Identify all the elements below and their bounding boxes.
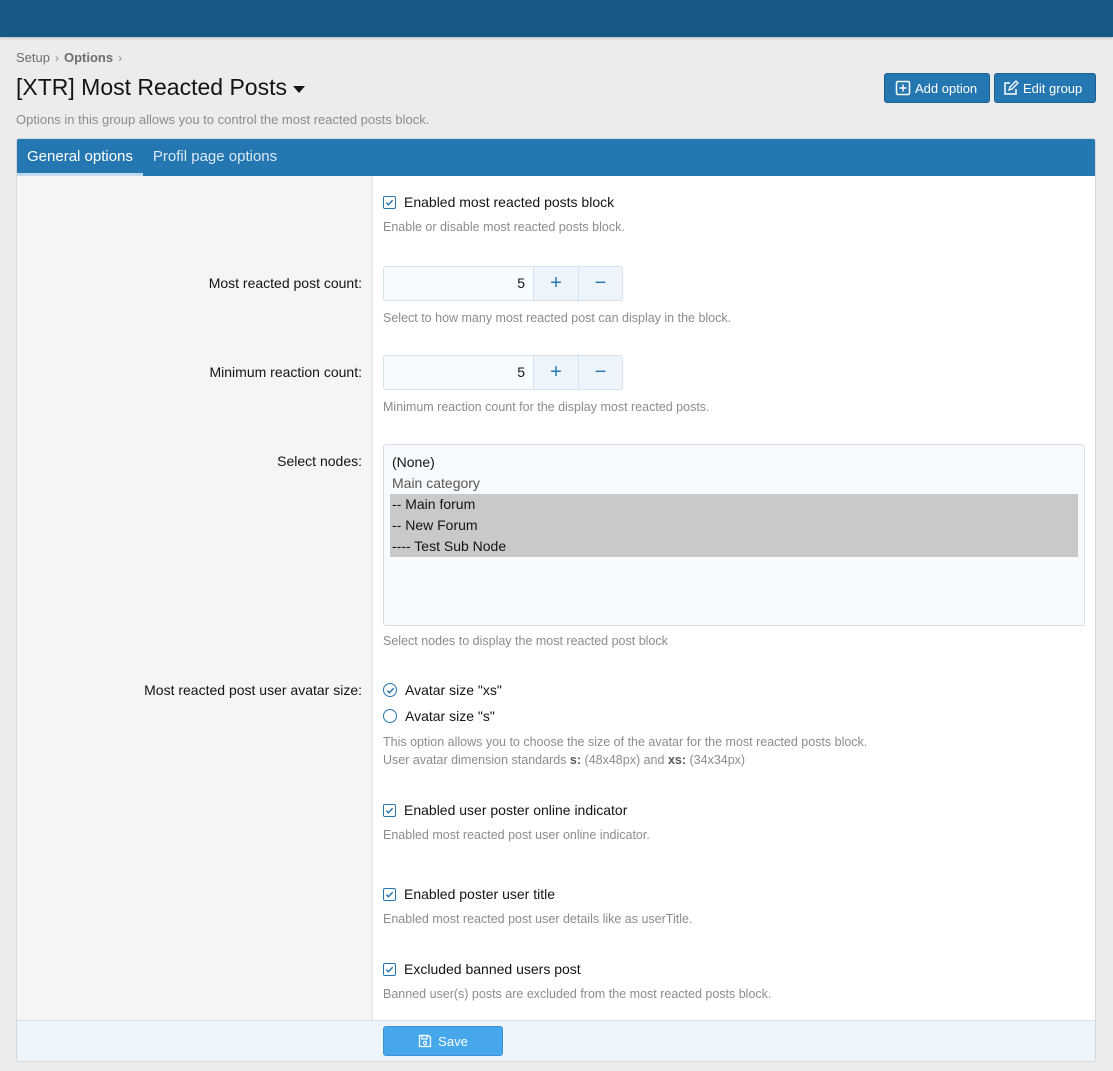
avatar-size-xs-label: Avatar size "xs" [405,682,502,698]
hint-s-label: s: [569,753,582,767]
node-option[interactable]: (None) [390,452,1078,473]
enabled-block-option: Enabled most reacted posts block Enable … [383,194,625,236]
add-option-button[interactable]: Add option [884,73,990,103]
min-reaction-input[interactable]: 5 [384,356,534,389]
post-count-hint: Select to how many most reacted post can… [383,311,732,325]
post-count-option: 5 + − Select to how many most reacted po… [383,266,731,327]
post-count-label: Most reacted post count: [208,275,362,291]
min-reaction-decrement-button[interactable]: − [578,356,622,389]
options-panel: General options Profil page options Enab… [16,138,1096,1062]
avatar-size-hint-line2: User avatar dimension standards s: (48x4… [383,751,867,769]
post-count-increment-button[interactable]: + [534,267,578,300]
save-label: Save [438,1033,468,1049]
page-description: Options in this group allows you to cont… [16,112,430,127]
caret-down-icon[interactable] [292,85,305,93]
hint-prefix: User avatar dimension standards [383,753,567,767]
avatar-size-label: Most reacted post user avatar size: [144,682,362,698]
post-count-decrement-button[interactable]: − [578,267,622,300]
tab-bar: General options Profil page options [17,139,1095,176]
excluded-banned-hint: Banned user(s) posts are excluded from t… [383,987,772,1001]
min-reaction-increment-button[interactable]: + [534,356,578,389]
avatar-size-hint: This option allows you to choose the siz… [383,733,867,769]
avatar-size-s-label: Avatar size "s" [405,708,495,724]
enabled-block-checkbox-row[interactable]: Enabled most reacted posts block [383,194,625,210]
top-navigation-bar [0,0,1113,37]
node-option[interactable]: ---- Test Sub Node [390,536,1078,557]
user-title-label: Enabled poster user title [404,886,555,902]
plus-icon: + [550,272,562,294]
min-reaction-option: 5 + − Minimum reaction count for the dis… [383,355,710,416]
check-icon [385,891,394,898]
min-reaction-hint: Minimum reaction count for the display m… [383,400,710,414]
plus-icon: + [550,361,562,383]
online-indicator-checkbox-row[interactable]: Enabled user poster online indicator [383,802,650,818]
check-icon [385,807,394,814]
save-button[interactable]: Save [383,1026,503,1056]
avatar-size-s-radio-row[interactable]: Avatar size "s" [383,708,867,724]
checkbox-checked[interactable] [383,195,396,209]
check-icon [385,199,394,206]
node-option[interactable]: -- Main forum [390,494,1078,515]
checkbox-checked[interactable] [383,803,396,817]
hint-xs-value: (34x34px) [689,753,746,767]
hint-xs-label: xs: [667,753,687,767]
edit-group-label: Edit group [1023,80,1083,96]
label-column [17,176,373,1020]
select-nodes-option: (None) Main category -- Main forum -- Ne… [383,444,1085,650]
minus-icon: − [594,361,607,383]
online-indicator-option: Enabled user poster online indicator Ena… [383,802,650,844]
avatar-size-xs-radio-row[interactable]: Avatar size "xs" [383,682,867,698]
check-icon [385,966,394,973]
min-reaction-label: Minimum reaction count: [209,364,362,380]
breadcrumb: Setup › Options › [16,50,122,65]
min-reaction-stepper: 5 + − [383,355,623,390]
excluded-banned-checkbox-row[interactable]: Excluded banned users post [383,961,771,977]
excluded-banned-label: Excluded banned users post [404,961,581,977]
avatar-size-hint-line1: This option allows you to choose the siz… [383,735,868,749]
tab-general-options[interactable]: General options [17,139,143,176]
breadcrumb-setup[interactable]: Setup [16,50,50,65]
enabled-block-hint: Enable or disable most reacted posts blo… [383,220,625,234]
select-nodes-label: Select nodes: [277,453,362,469]
online-indicator-hint: Enabled most reacted post user online in… [383,828,650,842]
edit-icon [1004,80,1019,95]
plus-square-icon [895,80,911,96]
edit-group-button[interactable]: Edit group [994,73,1096,103]
tab-profil-page-options[interactable]: Profil page options [143,139,287,176]
save-icon [419,1034,432,1048]
checkbox-checked[interactable] [383,962,396,976]
enabled-block-label: Enabled most reacted posts block [404,194,615,210]
checkbox-checked[interactable] [383,887,396,901]
chevron-right-icon: › [118,50,123,65]
add-option-label: Add option [915,80,978,96]
node-option[interactable]: -- New Forum [390,515,1078,536]
post-count-stepper: 5 + − [383,266,623,301]
avatar-size-option: Avatar size "xs" Avatar size "s" This op… [383,682,867,769]
online-indicator-label: Enabled user poster online indicator [404,802,628,818]
select-nodes-listbox[interactable]: (None) Main category -- Main forum -- Ne… [383,444,1085,626]
post-count-input[interactable]: 5 [384,267,534,300]
radio-selected[interactable] [383,683,397,697]
excluded-banned-option: Excluded banned users post Banned user(s… [383,961,771,1003]
minus-icon: − [594,272,607,294]
hint-s-value: (48x48px) and [584,753,665,767]
page-title[interactable]: [XTR] Most Reacted Posts [16,74,305,101]
select-nodes-hint: Select nodes to display the most reacted… [383,634,668,648]
chevron-right-icon: › [54,50,59,65]
breadcrumb-options[interactable]: Options [64,50,113,65]
radio-unselected[interactable] [383,709,397,723]
user-title-option: Enabled poster user title Enabled most r… [383,886,692,928]
user-title-hint: Enabled most reacted post user details l… [383,912,693,926]
page-title-text: [XTR] Most Reacted Posts [16,74,287,100]
node-option-group: Main category [392,475,480,491]
form-footer: Save [17,1020,1095,1061]
check-icon [386,687,394,694]
user-title-checkbox-row[interactable]: Enabled poster user title [383,886,692,902]
